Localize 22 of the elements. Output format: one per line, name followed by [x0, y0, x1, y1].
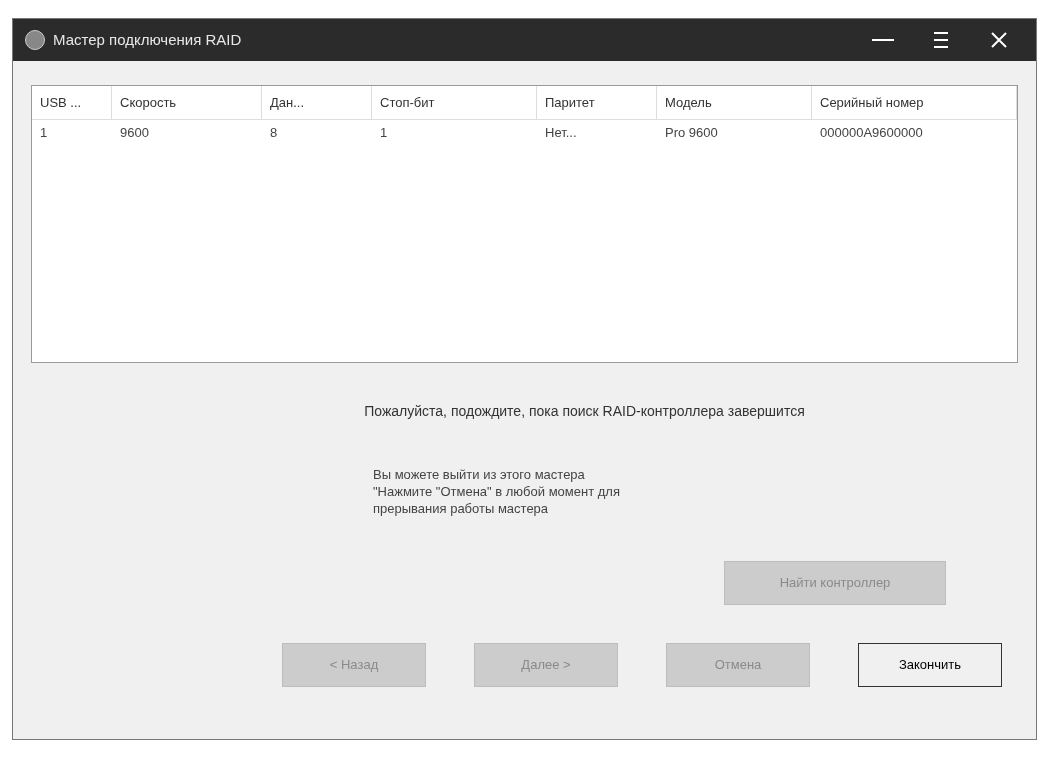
column-header[interactable]: Стоп-бит: [372, 86, 537, 119]
table-cell-text: 1: [39, 124, 49, 143]
column-header[interactable]: Серийный номер: [812, 86, 1017, 119]
info-text: прерывания работы мастера: [373, 500, 550, 517]
column-header[interactable]: Дан...: [262, 86, 372, 119]
info-text: "Нажмите "Отмена" в любой момент для: [373, 483, 621, 500]
table-cell-text: 8: [269, 124, 279, 143]
window-title: Мастер подключения RAID: [53, 29, 242, 50]
table-cell-text: 1: [379, 124, 389, 143]
status-text: Пожалуйста, подождите, пока поиск RAID-контроллера завершится: [364, 402, 805, 421]
wizard-button[interactable]: Закончить: [858, 643, 1002, 687]
column-header[interactable]: Скорость: [112, 86, 262, 119]
column-header[interactable]: Паритет: [537, 86, 657, 119]
app-icon: [25, 30, 45, 50]
table-cell-text: Pro 9600: [664, 124, 719, 143]
table-cell-text: 000000A9600000: [819, 124, 924, 143]
close-icon: [990, 31, 1008, 49]
info-text: Вы можете выйти из этого мастера: [373, 466, 586, 483]
table-cell-text: Нет...: [544, 124, 578, 143]
column-header[interactable]: Модель: [657, 86, 812, 119]
column-header[interactable]: USB ...: [32, 86, 112, 119]
table-cell-text: 9600: [119, 124, 150, 143]
